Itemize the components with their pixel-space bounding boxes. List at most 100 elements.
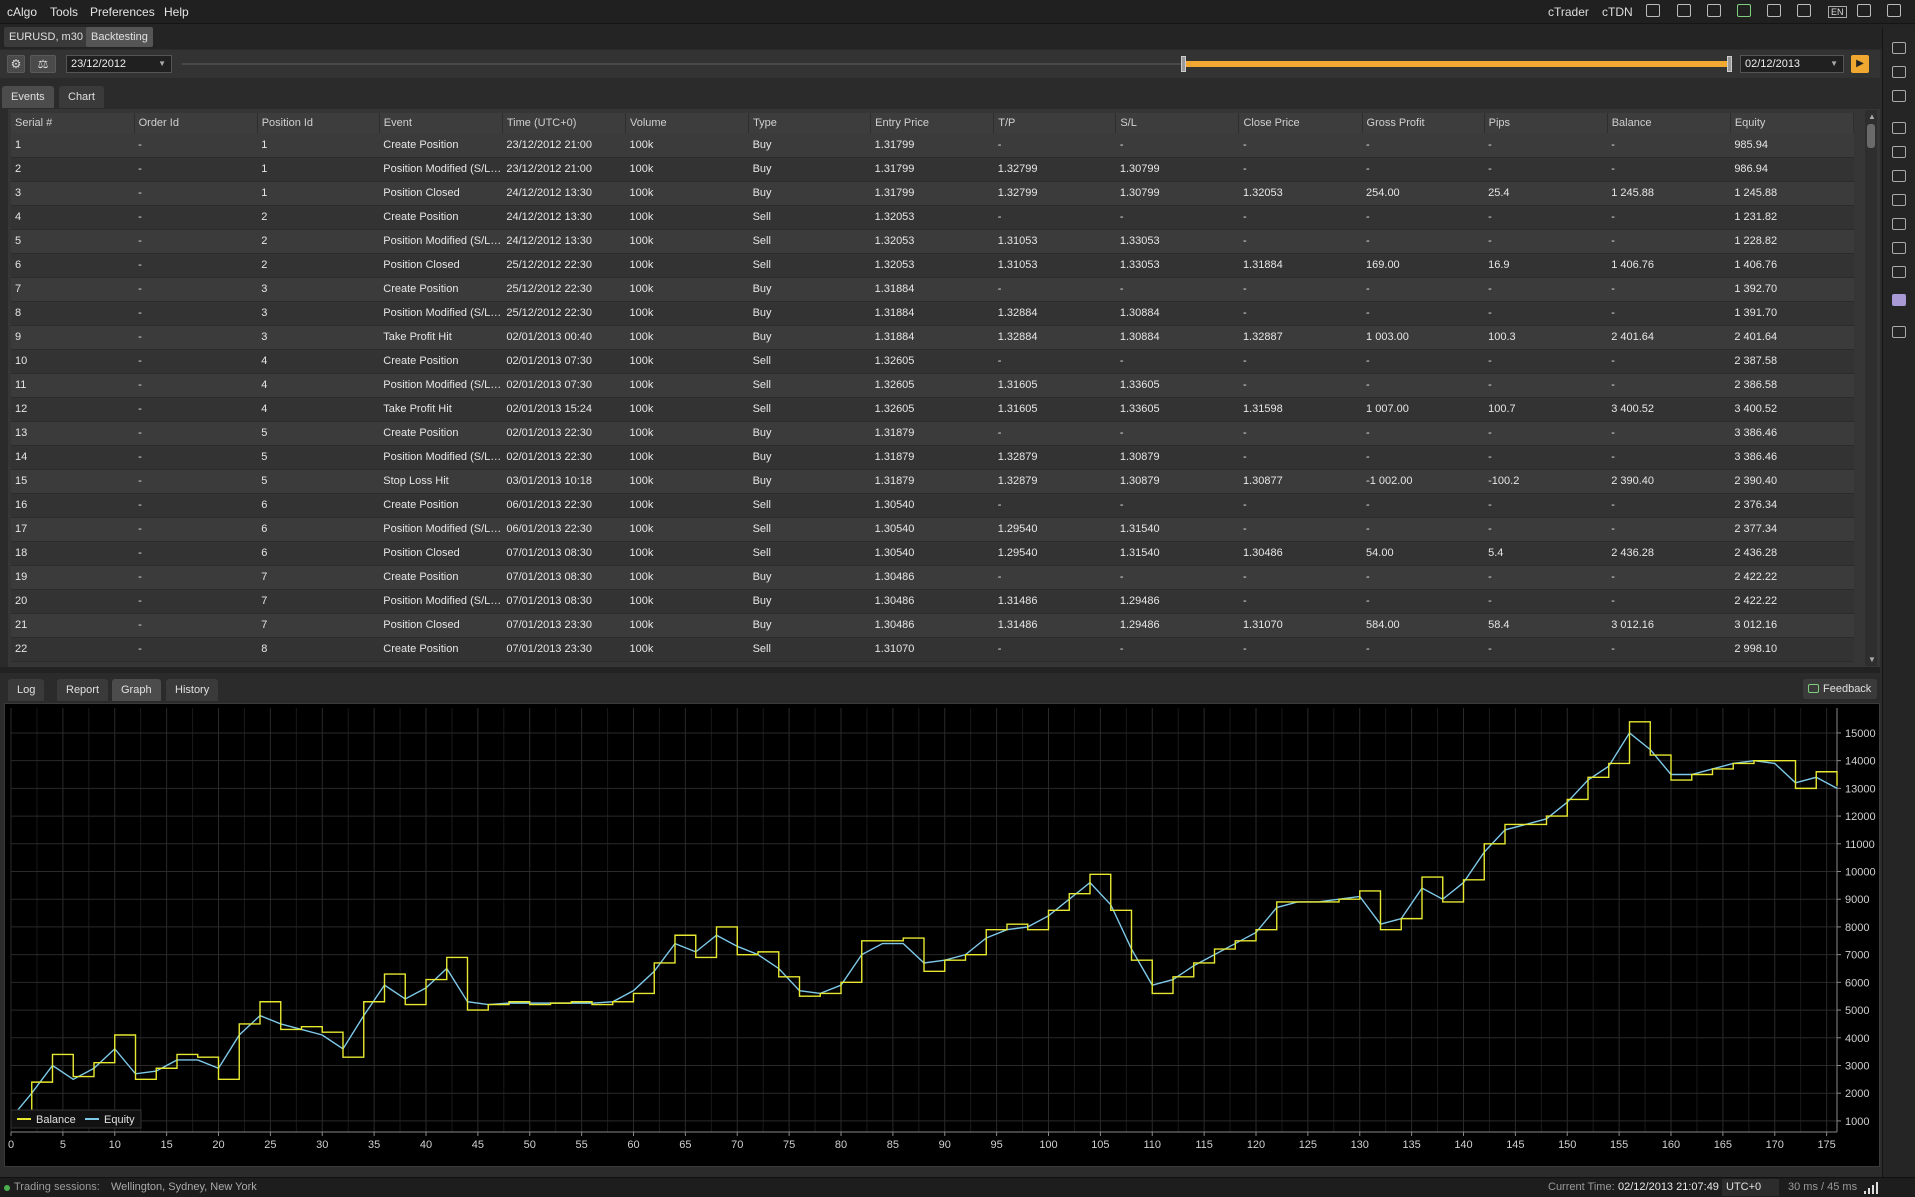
feedback-button[interactable]: Feedback [1803, 679, 1877, 699]
ctrader-link[interactable]: cTrader [1548, 5, 1589, 19]
events-panel: Serial # Order Id Position Id Event Time (UT… [8, 109, 1880, 667]
column-header[interactable]: Order Id [134, 113, 258, 133]
pitchfork-icon[interactable] [1892, 170, 1906, 182]
scroll-down-icon[interactable]: ▼ [1868, 655, 1876, 664]
range-start-handle[interactable] [1181, 56, 1186, 72]
crosshair-icon[interactable] [1892, 66, 1906, 78]
table-cell: 1.30486 [870, 613, 994, 638]
column-header[interactable]: T/P [993, 113, 1117, 133]
tab-eurusd-m30[interactable]: EURUSD, m30 [4, 27, 88, 47]
table-cell: Create Position [379, 205, 503, 230]
ctdn-link[interactable]: cTDN [1602, 5, 1633, 19]
text-tool-icon[interactable] [1892, 266, 1906, 278]
table-cell: 25/12/2012 22:30 [502, 253, 626, 278]
table-row[interactable]: 21-7 Position Closed 07/01/2013 23:30 100k B… [11, 613, 1854, 638]
channel-tool-icon[interactable] [1892, 146, 1906, 158]
table-row[interactable]: 15-5 Stop Loss Hit 03/01/2013 10:18 100k Buy… [11, 469, 1854, 494]
table-row[interactable]: 4-2 Create Position 24/12/2012 13:30 100k Se… [11, 205, 1854, 230]
table-row[interactable]: 19-7 Create Position 07/01/2013 08:30 100k B… [11, 565, 1854, 590]
parameters-icon[interactable]: ⚖ [30, 55, 56, 73]
language-selector[interactable]: EN [1828, 6, 1847, 18]
end-date-picker[interactable]: 02/12/2013 ▼ [1740, 55, 1844, 73]
panel-splitter[interactable] [0, 667, 1880, 673]
table-row[interactable]: 6-2 Position Closed 25/12/2012 22:30 100k Se… [11, 253, 1854, 278]
fibonacci-icon[interactable] [1892, 194, 1906, 206]
scroll-thumb[interactable] [1867, 124, 1875, 148]
range-end-handle[interactable] [1727, 56, 1732, 72]
table-cell: Sell [748, 373, 871, 398]
color-swatch-icon[interactable] [1892, 294, 1906, 306]
table-cell: 23/12/2012 21:00 [502, 157, 626, 182]
table-cell: - [1607, 445, 1731, 470]
column-header[interactable]: S/L [1115, 113, 1240, 133]
tab-report[interactable]: Report [57, 679, 109, 701]
tab-backtesting[interactable]: Backtesting [86, 27, 153, 47]
layout-icon[interactable] [1887, 4, 1901, 17]
line-tool-icon[interactable] [1892, 122, 1906, 134]
menu-calgo[interactable]: cAlgo [7, 5, 37, 19]
column-header[interactable]: Balance [1607, 113, 1731, 133]
column-header[interactable]: Position Id [257, 113, 380, 133]
play-button[interactable]: ▶ [1851, 55, 1869, 73]
menu-tools[interactable]: Tools [50, 5, 78, 19]
column-header[interactable]: Time (UTC+0) [502, 113, 626, 133]
table-row[interactable]: 20-7 Position Modified (S/L,... 07/01/2013… [11, 589, 1854, 614]
table-row[interactable]: 10-4 Create Position 02/01/2013 07:30 100k S… [11, 349, 1854, 374]
events-scrollbar[interactable]: ▲ ▼ [1865, 110, 1877, 666]
cursor-icon[interactable] [1892, 42, 1906, 54]
table-row[interactable]: 18-6 Position Closed 07/01/2013 08:30 100k S… [11, 541, 1854, 566]
table-cell: - [134, 181, 258, 206]
menu-help[interactable]: Help [164, 5, 189, 19]
column-header[interactable]: Gross Profit [1362, 113, 1485, 133]
table-row[interactable]: 11-4 Position Modified (S/L,... 02/01/2013… [11, 373, 1854, 398]
video-icon[interactable] [1677, 4, 1691, 17]
table-cell: Create Position [379, 493, 503, 518]
calendar-icon[interactable] [1767, 4, 1781, 17]
table-row[interactable]: 2-1 Position Modified (S/L,... 23/12/2012 … [11, 157, 1854, 182]
sound-icon[interactable] [1797, 4, 1811, 17]
tab-events[interactable]: Events [2, 86, 54, 108]
ellipse-tool-icon[interactable] [1892, 242, 1906, 254]
table-row[interactable]: 17-6 Position Modified (S/L,... 06/01/2013… [11, 517, 1854, 542]
column-header[interactable]: Type [748, 113, 872, 133]
trade-status-icon[interactable] [1737, 4, 1751, 17]
start-date-picker[interactable]: 23/12/2012 ▼ [66, 55, 172, 73]
column-header[interactable]: Pips [1484, 113, 1608, 133]
timezone-selector[interactable]: UTC+0 [1722, 1179, 1780, 1196]
settings-gear-icon[interactable]: ⚙ [7, 55, 25, 73]
table-row[interactable]: 3-1 Position Closed 24/12/2012 13:30 100k Bu… [11, 181, 1854, 206]
column-header[interactable]: Entry Price [870, 113, 995, 133]
tab-chart[interactable]: Chart [59, 86, 104, 108]
column-header[interactable]: Serial # [11, 113, 135, 133]
table-cell: - [1115, 133, 1239, 158]
column-header[interactable]: Close Price [1238, 113, 1363, 133]
column-header[interactable]: Event [379, 113, 503, 133]
tab-graph[interactable]: Graph [112, 679, 161, 701]
zoom-icon[interactable] [1892, 90, 1906, 102]
table-row[interactable]: 14-5 Position Modified (S/L,... 02/01/2013… [11, 445, 1854, 470]
rectangle-tool-icon[interactable] [1892, 218, 1906, 230]
date-range-selection[interactable] [1183, 61, 1730, 67]
journal-icon[interactable] [1646, 4, 1660, 17]
table-row[interactable]: 22-8 Create Position 07/01/2013 23:30 100k S… [11, 637, 1854, 662]
table-row[interactable]: 13-5 Create Position 02/01/2013 22:30 100k B… [11, 421, 1854, 446]
screenshot-icon[interactable] [1892, 326, 1906, 338]
table-cell: 584.00 [1362, 613, 1485, 638]
window-icon[interactable] [1857, 4, 1871, 17]
table-row[interactable]: 9-3 Take Profit Hit 02/01/2013 00:40 100k Bu… [11, 325, 1854, 350]
table-row[interactable]: 5-2 Position Modified (S/L,... 24/12/2012 … [11, 229, 1854, 254]
tab-log[interactable]: Log [8, 679, 45, 701]
table-row[interactable]: 8-3 Position Modified (S/L,... 25/12/2012 … [11, 301, 1854, 326]
table-row[interactable]: 7-3 Create Position 25/12/2012 22:30 100k Bu… [11, 277, 1854, 302]
connection-icon[interactable] [1707, 4, 1721, 17]
tab-history[interactable]: History [166, 679, 219, 701]
table-cell: 1.30486 [870, 565, 994, 590]
column-header[interactable]: Equity [1730, 113, 1855, 133]
table-row[interactable]: 12-4 Take Profit Hit 02/01/2013 15:24 100k S… [11, 397, 1854, 422]
column-header[interactable]: Volume [625, 113, 750, 133]
scroll-up-icon[interactable]: ▲ [1868, 112, 1876, 121]
menu-preferences[interactable]: Preferences [90, 5, 155, 19]
table-row[interactable]: 1-1 Create Position 23/12/2012 21:00 100k Bu… [11, 133, 1854, 158]
x-tick-label: 160 [1662, 1139, 1680, 1151]
table-row[interactable]: 16-6 Create Position 06/01/2013 22:30 100k S… [11, 493, 1854, 518]
